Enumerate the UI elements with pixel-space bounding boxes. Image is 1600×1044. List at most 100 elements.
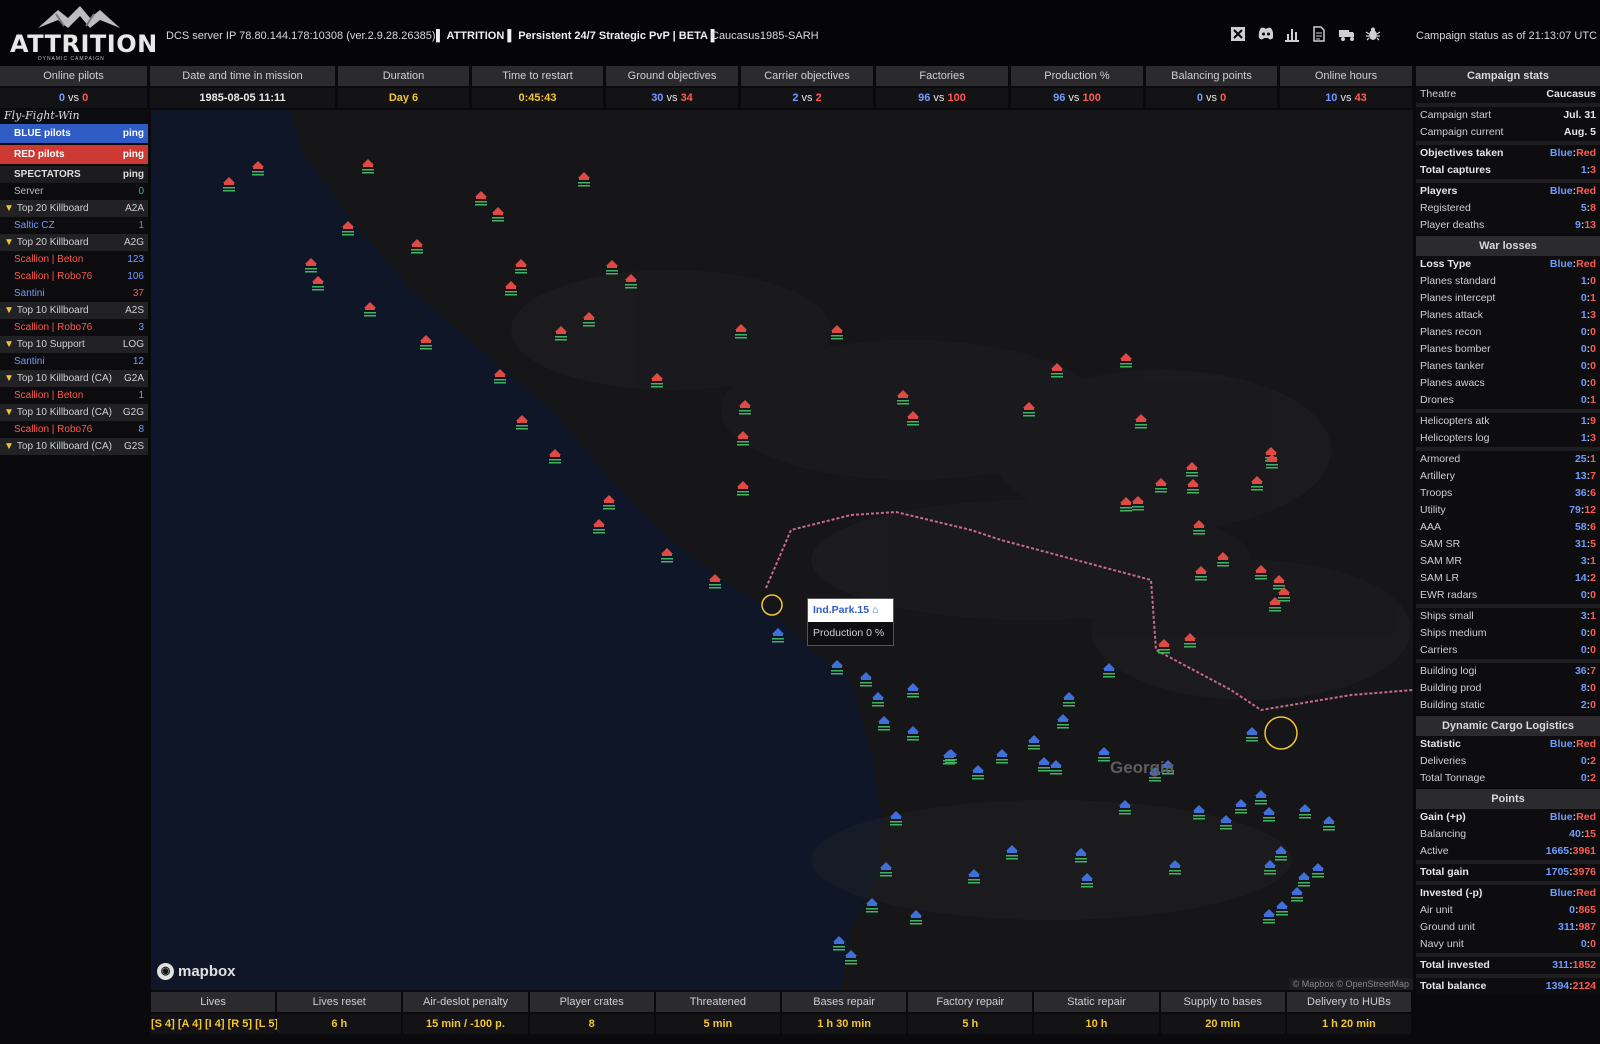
stat-label: Duration (338, 66, 469, 86)
red-value: 3 (1590, 432, 1596, 444)
selected-objective-ring (1264, 716, 1298, 750)
red-objective-icon[interactable] (1120, 353, 1132, 368)
killboard-header[interactable]: ▼ Top 20 Killboard A2G (0, 234, 148, 251)
collapse-triangle-icon[interactable]: ▼ (4, 373, 14, 384)
collapse-triangle-icon[interactable]: ▼ (4, 339, 14, 350)
stat-key: Helicopters log (1420, 432, 1490, 444)
x-icon[interactable] (1230, 26, 1246, 42)
document-icon[interactable] (1311, 26, 1327, 42)
collapse-triangle-icon[interactable]: ▼ (4, 237, 14, 248)
collapse-triangle-icon[interactable]: ▼ (4, 441, 14, 452)
killboard-row[interactable]: Santini 37 (0, 285, 148, 302)
blue-value: 311 (1552, 959, 1570, 971)
killboard-tag: A2A (125, 203, 144, 214)
blue-pilots-header[interactable]: BLUE pilots ping (0, 124, 148, 143)
killboard-header[interactable]: ▼ Top 10 Killboard A2S (0, 302, 148, 319)
killboard-row[interactable]: Saltic CZ 1 (0, 217, 148, 234)
killboard-row[interactable]: Scallion | Robo76 8 (0, 421, 148, 438)
killboard-title-text: Top 10 Killboard (CA) (16, 441, 112, 452)
red-objective-icon[interactable] (475, 191, 487, 206)
red-pilots-header[interactable]: RED pilots ping (0, 145, 148, 164)
killboard-header[interactable]: ▼ Top 10 Support LOG (0, 336, 148, 353)
red-objective-icon[interactable] (505, 281, 517, 296)
blue-objective-icon[interactable] (907, 726, 919, 741)
stat-key: SAM MR (1420, 555, 1462, 567)
truck-icon[interactable] (1338, 26, 1354, 42)
stat-row: Ships small 3:1 (1416, 608, 1600, 625)
blue-objective-icon[interactable] (878, 716, 890, 731)
killboard-row[interactable]: Scallion | Robo76 3 (0, 319, 148, 336)
blue-objective-icon[interactable] (1291, 887, 1303, 902)
red-value: 0 (1590, 377, 1596, 389)
map-canvas[interactable] (151, 110, 1413, 990)
killboard-header[interactable]: ▼ Top 10 Killboard (CA) G2S (0, 438, 148, 455)
stat-value: 1:3 (1581, 162, 1596, 179)
collapse-triangle-icon[interactable]: ▼ (4, 407, 14, 418)
map-attribution[interactable]: © Mapbox © OpenStreetMap (1288, 978, 1413, 990)
collapse-triangle-icon[interactable]: ▼ (4, 305, 14, 316)
spectators-header[interactable]: SPECTATORS ping (0, 166, 148, 183)
ping-label: ping (122, 169, 144, 180)
blue-objective-icon[interactable] (1235, 799, 1247, 814)
blue-objective-icon[interactable] (1298, 872, 1310, 887)
blue-objective-icon[interactable] (1255, 790, 1267, 805)
stat-value: 0 vs 0 (0, 88, 147, 108)
killboard-header[interactable]: ▼ Top 10 Killboard (CA) G2A (0, 370, 148, 387)
blue-objective-icon[interactable] (972, 765, 984, 780)
stat-key: SAM LR (1420, 572, 1460, 584)
blue-objective-icon[interactable] (1263, 909, 1275, 924)
stat-key: Air unit (1420, 904, 1453, 916)
stat-value: 0:865 (1569, 902, 1596, 919)
blue-objective-icon[interactable] (860, 672, 872, 687)
stat-label: Online pilots (0, 66, 147, 86)
blue-objective-icon[interactable] (996, 749, 1008, 764)
killboard-row[interactable]: Scallion | Robo76 106 (0, 268, 148, 285)
red-objective-icon[interactable] (578, 172, 590, 187)
red-objective-icon[interactable] (492, 207, 504, 222)
blue-objective-icon[interactable] (1312, 863, 1324, 878)
blue-value: 79 (1569, 504, 1581, 516)
blue-objective-icon[interactable] (1050, 760, 1062, 775)
pilot-name: Scallion | Robo76 (14, 322, 93, 333)
blue-objective-icon[interactable] (1276, 901, 1288, 916)
red-objective-icon[interactable] (362, 159, 374, 174)
killboard-row[interactable]: Scallion | Beton 1 (0, 387, 148, 404)
red-value: 1 (1590, 555, 1596, 567)
bug-icon[interactable] (1365, 26, 1381, 42)
blue-objective-icon[interactable] (1263, 807, 1275, 822)
killboard-row[interactable]: Scallion | Beton 123 (0, 251, 148, 268)
ping-label: ping (122, 128, 144, 139)
red-objective-icon[interactable] (606, 260, 618, 275)
killboard-header[interactable]: ▼ Top 10 Killboard (CA) G2G (0, 404, 148, 421)
blue-objective-icon[interactable] (1063, 692, 1075, 707)
killboard-header[interactable]: ▼ Top 20 Killboard A2A (0, 200, 148, 217)
blue-objective-icon[interactable] (1246, 727, 1258, 742)
blue-objective-icon[interactable] (1028, 735, 1040, 750)
blue-objective-icon[interactable] (910, 910, 922, 925)
blue-objective-icon[interactable] (1057, 714, 1069, 729)
red-objective-icon[interactable] (831, 325, 843, 340)
red-objective-icon[interactable] (515, 259, 527, 274)
attrition-logo[interactable]: ATTRITION DYNAMIC CAMPAIGN (8, 4, 157, 62)
blue-objective-icon[interactable] (1323, 816, 1335, 831)
stat-value: 1:3 (1581, 430, 1596, 447)
blue-objective-icon[interactable] (1299, 804, 1311, 819)
bar-chart-icon[interactable] (1284, 26, 1300, 42)
red-objective-icon[interactable] (737, 481, 749, 496)
blue-objective-icon[interactable] (1038, 757, 1050, 772)
red-objective-icon[interactable] (411, 239, 423, 254)
campaign-map[interactable]: Georgia Ind.Park.15 ⌂ Production 0 % ◉ m… (151, 110, 1413, 990)
collapse-triangle-icon[interactable]: ▼ (4, 203, 14, 214)
blue-objective-icon[interactable] (872, 692, 884, 707)
stat-time-to-restart: Time to restart 0:45:43 (472, 66, 603, 108)
red-value: Red (1576, 185, 1596, 197)
stat-row: SAM LR 14:2 (1416, 570, 1600, 587)
mapbox-logo[interactable]: ◉ mapbox (157, 963, 236, 980)
blue-objective-icon[interactable] (1098, 747, 1110, 762)
blue-objective-icon[interactable] (907, 683, 919, 698)
stat-row: Player deaths 9:13 (1416, 217, 1600, 234)
discord-icon[interactable] (1257, 26, 1273, 42)
killboard-row[interactable]: Santini 12 (0, 353, 148, 370)
blue-value: 10 (1325, 92, 1338, 104)
stat-value: 311:1852 (1552, 957, 1596, 974)
